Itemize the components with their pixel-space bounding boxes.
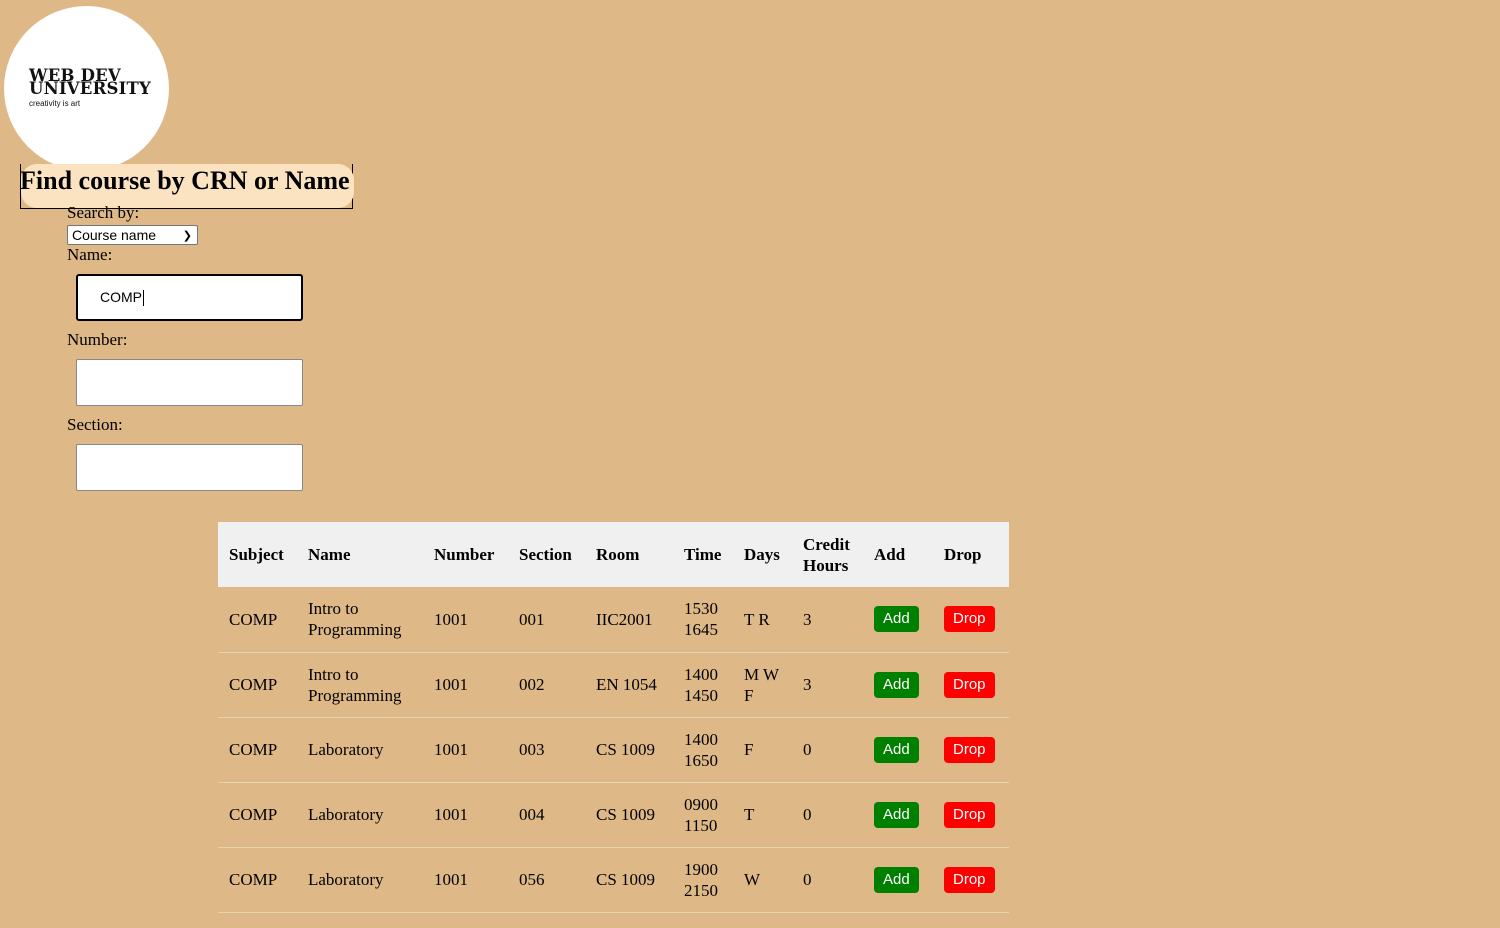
- header-number: Number: [434, 545, 495, 564]
- course-table: Subject Name Number Section Room Time Da…: [218, 522, 1009, 913]
- cell-subject: COMP: [229, 675, 278, 694]
- search-heading: Find course by CRN or Name: [20, 166, 350, 195]
- cell-name: Laboratory: [308, 805, 384, 824]
- header-time: Time: [684, 545, 722, 564]
- cell-subject: COMP: [229, 740, 278, 759]
- cell-subject: COMP: [229, 609, 278, 629]
- cell-subject: COMP: [229, 870, 278, 889]
- header-days: Days: [744, 545, 780, 564]
- cell-room: CS 1009: [596, 805, 656, 824]
- cell-days: T: [744, 805, 755, 824]
- cell-credit: 0: [803, 740, 812, 759]
- table-row: COMP Intro to Programming 1001 001 IIC20…: [218, 587, 1009, 652]
- cell-section: 056: [519, 870, 545, 889]
- table-row: COMP Laboratory 1001 004 CS 1009 0900 11…: [218, 782, 1009, 847]
- cell-room: CS 1009: [596, 870, 656, 889]
- search-by-label: Search by:: [67, 203, 140, 222]
- cell-days: F: [744, 740, 754, 759]
- number-input[interactable]: [76, 359, 303, 406]
- add-button[interactable]: Add: [874, 801, 919, 828]
- search-by-value: Course name: [72, 227, 157, 243]
- add-button[interactable]: Add: [874, 866, 919, 893]
- cell-section: 004: [519, 805, 545, 824]
- cell-number: 1001: [434, 675, 468, 694]
- section-label: Section:: [67, 415, 123, 434]
- cell-number: 1001: [434, 609, 468, 629]
- header-room: Room: [596, 545, 640, 564]
- search-by-select[interactable]: Course name ❯: [67, 225, 198, 245]
- chevron-down-icon: ❯: [182, 230, 192, 242]
- university-logo: WEB DEV UNIVERSITY creativity is art: [4, 6, 169, 171]
- cell-credit: 0: [803, 805, 812, 824]
- cell-name: Laboratory: [308, 870, 384, 889]
- cell-time: 1900 2150: [684, 859, 718, 900]
- cell-room: IIC2001: [596, 609, 653, 629]
- logo-line-2: UNIVERSITY: [29, 79, 151, 98]
- cell-time: 1530 1645: [684, 599, 718, 640]
- header-drop: Drop: [944, 545, 982, 564]
- cell-days: M W F: [744, 664, 779, 705]
- cell-days: W: [744, 870, 761, 889]
- name-input[interactable]: COMP: [76, 274, 303, 321]
- cell-credit: 3: [803, 675, 812, 694]
- cell-time: 1400 1650: [684, 729, 718, 770]
- cell-credit: 3: [803, 609, 812, 629]
- section-input[interactable]: [76, 444, 303, 491]
- cell-section: 003: [519, 740, 545, 759]
- table-row: COMP Laboratory 1001 056 CS 1009 1900 21…: [218, 847, 1009, 912]
- name-input-value: COMP: [100, 289, 142, 305]
- name-label: Name:: [67, 245, 113, 264]
- table-header-row: Subject Name Number Section Room Time Da…: [218, 522, 1009, 587]
- add-button[interactable]: Add: [874, 606, 919, 633]
- cell-time: 1400 1450: [684, 664, 718, 705]
- cell-room: EN 1054: [596, 675, 657, 694]
- text-caret: [143, 290, 144, 307]
- header-name: Name: [308, 545, 351, 564]
- cell-subject: COMP: [229, 805, 278, 824]
- cell-time: 0900 1150: [684, 794, 718, 835]
- drop-button[interactable]: Drop: [944, 606, 995, 633]
- number-label: Number:: [67, 330, 128, 349]
- drop-button[interactable]: Drop: [944, 736, 995, 763]
- cell-name: Laboratory: [308, 740, 384, 759]
- cell-number: 1001: [434, 740, 468, 759]
- cell-number: 1001: [434, 805, 468, 824]
- drop-button[interactable]: Drop: [944, 671, 995, 698]
- cell-days: T R: [744, 609, 770, 629]
- table-row: COMP Intro to Programming 1001 002 EN 10…: [218, 652, 1009, 717]
- header-section: Section: [519, 545, 572, 564]
- cell-name: Intro to Programming: [308, 599, 402, 640]
- cell-credit: 0: [803, 870, 812, 889]
- cell-number: 1001: [434, 870, 468, 889]
- header-add: Add: [874, 545, 906, 564]
- cell-name: Intro to Programming: [308, 664, 402, 705]
- header-credit-hours: Credit Hours: [803, 534, 850, 575]
- drop-button[interactable]: Drop: [944, 801, 995, 828]
- logo-tagline: creativity is art: [29, 99, 81, 108]
- cell-room: CS 1009: [596, 740, 656, 759]
- cell-section: 001: [519, 609, 545, 629]
- table-row: COMP Laboratory 1001 003 CS 1009 1400 16…: [218, 717, 1009, 782]
- cell-section: 002: [519, 675, 545, 694]
- add-button[interactable]: Add: [874, 736, 919, 763]
- drop-button[interactable]: Drop: [944, 866, 995, 893]
- header-subject: Subject: [229, 545, 284, 564]
- add-button[interactable]: Add: [874, 671, 919, 698]
